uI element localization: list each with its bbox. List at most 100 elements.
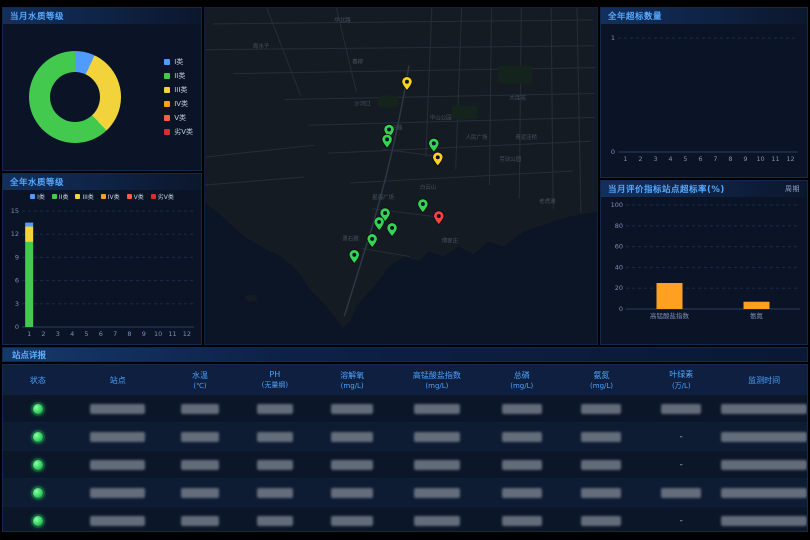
station-row[interactable]: - xyxy=(3,451,807,479)
column-label: 溶解氧 xyxy=(340,370,364,381)
svg-text:6: 6 xyxy=(698,155,702,163)
legend-swatch xyxy=(52,194,57,199)
panel-year-quality-header: 全年水质等级 xyxy=(3,174,201,190)
stations-table-header: 状态站点水温(℃)PH(无量纲)溶解氧(mg/L)高锰酸盐指数(mg/L)总磷(… xyxy=(3,365,807,395)
stations-table-body: - - - xyxy=(3,395,807,532)
legend-item-III类[interactable]: III类 xyxy=(164,85,193,95)
legend-item-V类[interactable]: V类 xyxy=(164,113,193,123)
redacted-value xyxy=(414,460,460,470)
map-label: 中山公园 xyxy=(430,113,452,121)
svg-text:2: 2 xyxy=(638,155,642,163)
legend-item-II类[interactable]: II类 xyxy=(52,192,69,201)
column-label: PH xyxy=(269,370,280,379)
svg-text:60: 60 xyxy=(615,243,623,251)
redacted-value xyxy=(257,432,293,442)
legend-swatch xyxy=(164,101,170,107)
svg-text:9: 9 xyxy=(743,155,747,163)
month-quality-donut-chart xyxy=(29,51,121,143)
legend-item-II类[interactable]: II类 xyxy=(164,71,193,81)
dashboard: 当月水质等级 I类II类III类IV类V类劣V类 全年水质等级 I类II类III… xyxy=(0,0,810,540)
panel-year-exceed-header: 全年超标数量 xyxy=(601,8,807,24)
svg-text:4: 4 xyxy=(70,330,74,338)
svg-text:40: 40 xyxy=(615,263,623,271)
data-cell xyxy=(73,460,163,470)
panel-month-rate: 当月评价指标站点超标率(%) 周期 020406080100高锰酸盐指数氨氮 xyxy=(600,180,808,345)
map-label: 星海广场 xyxy=(372,193,394,201)
legend-swatch xyxy=(127,194,132,199)
redacted-value xyxy=(181,488,219,498)
legend-label: 劣V类 xyxy=(174,127,193,137)
redacted-value xyxy=(414,404,460,414)
data-cell xyxy=(237,432,312,442)
legend-label: III类 xyxy=(174,85,187,95)
redacted-value xyxy=(257,516,293,526)
station-row[interactable] xyxy=(3,479,807,507)
redacted-value xyxy=(414,488,460,498)
data-cell xyxy=(73,432,163,442)
period-selector[interactable]: 周期 xyxy=(785,184,800,194)
data-cell: - xyxy=(641,432,721,442)
data-cell xyxy=(561,488,641,498)
legend-item-IV类[interactable]: IV类 xyxy=(164,99,193,109)
column-header-9: 叶绿素(万/L) xyxy=(641,365,721,395)
status-cell xyxy=(3,516,73,526)
redacted-value xyxy=(581,460,621,470)
legend-label: I类 xyxy=(174,57,183,67)
redacted-value xyxy=(90,404,145,414)
status-dot-normal xyxy=(33,460,43,470)
svg-text:20: 20 xyxy=(615,284,623,292)
city-map[interactable]: 华北路周水子春柳沙河口西安路中山公园大连站人民广场青泥洼桥劳动公园星海广场白云山… xyxy=(205,8,597,344)
svg-text:7: 7 xyxy=(113,330,117,338)
panel-year-exceed: 全年超标数量 01123456789101112 xyxy=(600,7,808,178)
data-cell xyxy=(163,404,238,414)
map-label: 大连站 xyxy=(509,93,526,101)
legend-swatch xyxy=(164,115,170,121)
redacted-value xyxy=(502,516,542,526)
station-row[interactable]: - xyxy=(3,507,807,532)
svg-text:11: 11 xyxy=(168,330,176,338)
map-label: 老虎滩 xyxy=(539,197,556,205)
legend-label: V类 xyxy=(174,113,186,123)
column-label: 状态 xyxy=(30,375,46,386)
legend-item-劣V类[interactable]: 劣V类 xyxy=(151,192,174,201)
legend-item-III类[interactable]: III类 xyxy=(75,192,93,201)
legend-item-劣V类[interactable]: 劣V类 xyxy=(164,127,193,137)
svg-text:8: 8 xyxy=(127,330,131,338)
column-unit: (℃) xyxy=(193,382,206,390)
data-cell xyxy=(561,460,641,470)
redacted-value xyxy=(502,432,542,442)
redacted-value xyxy=(331,516,373,526)
redacted-value xyxy=(721,404,807,414)
data-cell xyxy=(163,460,238,470)
redacted-value xyxy=(502,488,542,498)
column-label: 水温 xyxy=(192,370,208,381)
station-row[interactable] xyxy=(3,395,807,423)
redacted-value xyxy=(721,432,807,442)
legend-item-V类[interactable]: V类 xyxy=(127,192,144,201)
donut-hole xyxy=(50,72,100,122)
data-cell xyxy=(721,404,807,414)
status-cell xyxy=(3,432,73,442)
stacked-bar-segment xyxy=(25,242,33,327)
legend-item-I类[interactable]: I类 xyxy=(30,192,45,201)
rate-bar xyxy=(744,302,770,309)
panel-title: 当月水质等级 xyxy=(10,10,64,22)
data-cell xyxy=(237,460,312,470)
legend-swatch xyxy=(75,194,80,199)
grade-legend-horizontal: I类 II类 III类 IV类 V类劣V类 xyxy=(3,190,201,203)
data-cell xyxy=(73,516,163,526)
redacted-value xyxy=(90,460,145,470)
svg-text:5: 5 xyxy=(84,330,88,338)
svg-text:12: 12 xyxy=(183,330,191,338)
svg-text:1: 1 xyxy=(27,330,31,338)
legend-label: II类 xyxy=(59,192,69,201)
status-dot-normal xyxy=(33,404,43,414)
map-panel[interactable]: 华北路周水子春柳沙河口西安路中山公园大连站人民广场青泥洼桥劳动公园星海广场白云山… xyxy=(204,7,598,345)
legend-item-IV类[interactable]: IV类 xyxy=(101,192,120,201)
map-label: 华北路 xyxy=(334,16,351,24)
stacked-bar-segment xyxy=(25,223,33,227)
legend-item-I类[interactable]: I类 xyxy=(164,57,193,67)
redacted-value xyxy=(181,432,219,442)
column-unit: (万/L) xyxy=(672,381,691,391)
station-row[interactable]: - xyxy=(3,423,807,451)
